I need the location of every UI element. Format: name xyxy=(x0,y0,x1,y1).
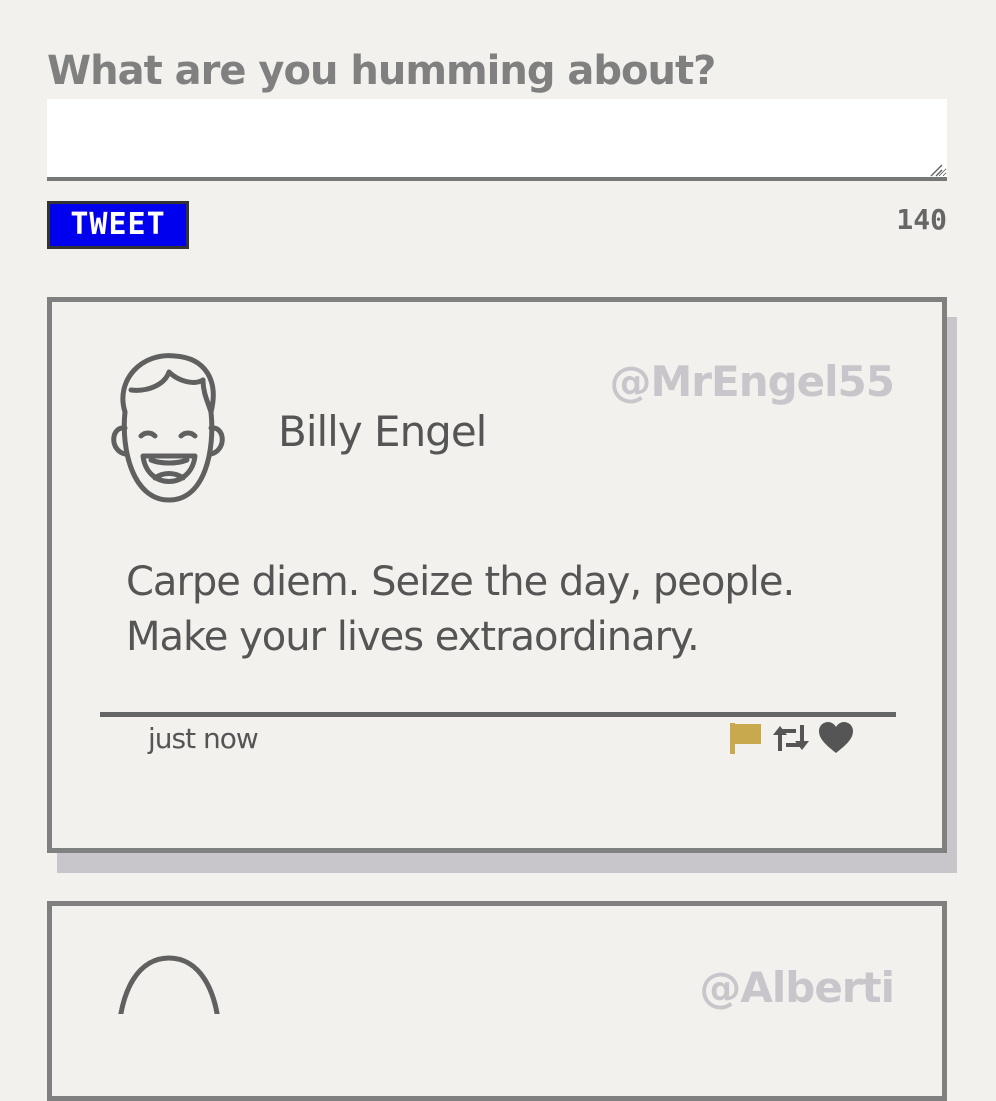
tweet-card: @Alberti xyxy=(47,901,947,1101)
heart-icon[interactable] xyxy=(818,721,854,755)
tweet-actions xyxy=(728,720,854,756)
flag-icon[interactable] xyxy=(728,721,764,755)
face-icon xyxy=(118,955,220,1014)
tweet-input[interactable] xyxy=(47,99,947,181)
compose-label: What are you humming about? xyxy=(47,48,716,94)
user-display-name[interactable]: Billy Engel xyxy=(278,402,487,462)
user-handle[interactable]: @Alberti xyxy=(699,958,895,1018)
user-handle[interactable]: @MrEngel55 xyxy=(610,352,895,412)
tweet-card: Billy Engel @MrEngel55 Carpe diem. Seize… xyxy=(47,297,947,853)
retweet-icon[interactable] xyxy=(772,721,810,755)
tweet-button[interactable]: TWEET xyxy=(47,201,189,249)
divider xyxy=(100,712,896,717)
character-counter: 140 xyxy=(896,203,947,236)
tweet-timestamp: just now xyxy=(148,722,259,755)
smiling-face-icon xyxy=(111,353,225,503)
tweet-text: Carpe diem. Seize the day, people. Make … xyxy=(126,559,795,660)
